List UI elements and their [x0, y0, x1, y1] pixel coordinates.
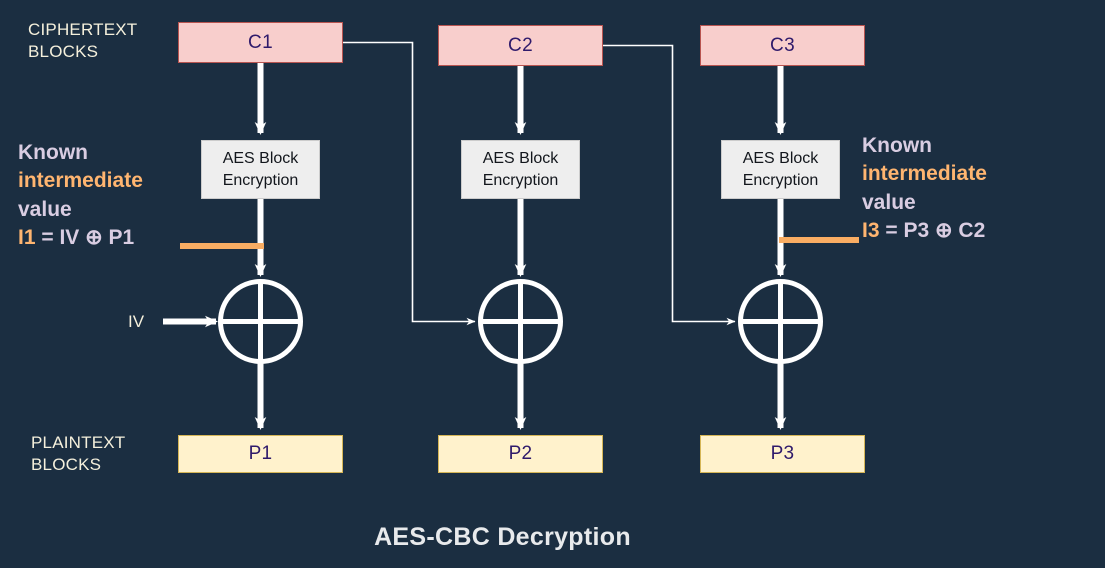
note-left-line3: value	[18, 197, 72, 221]
note-right-formula-rest: = P3 ⊕ C2	[879, 219, 986, 243]
note-left-formula: I1 = IV ⊕ P1	[18, 224, 143, 252]
note-left-formula-rest: = IV ⊕ P1	[35, 226, 135, 250]
xor-gate-1	[218, 279, 303, 364]
aes-block-2-line2: Encryption	[482, 171, 559, 189]
note-left-line1: Known	[18, 141, 88, 164]
note-known-intermediate-right: Known intermediate value I3 = P3 ⊕ C2	[862, 132, 987, 245]
plaintext-block-p3[interactable]: P3	[700, 435, 865, 473]
iv-label: IV	[128, 312, 145, 331]
note-right-formula-var: I3	[862, 219, 880, 243]
aes-block-encryption-3[interactable]: AES Block Encryption	[721, 140, 840, 199]
plaintext-block-p2[interactable]: P2	[438, 435, 603, 473]
note-known-intermediate-left: Known intermediate value I1 = IV ⊕ P1	[18, 139, 143, 252]
aes-block-1-line1: AES Block	[222, 149, 299, 167]
plaintext-blocks-label: PLAINTEXT BLOCKS	[31, 432, 125, 477]
note-right-line2: intermediate	[862, 162, 987, 186]
aes-block-encryption-1[interactable]: AES Block Encryption	[201, 140, 320, 199]
ciphertext-block-c2[interactable]: C2	[438, 25, 603, 66]
ciphertext-block-c3[interactable]: C3	[700, 25, 865, 66]
aes-block-3-line1: AES Block	[742, 149, 819, 167]
wiring-layer	[163, 41, 859, 430]
plaintext-blocks-label-line2: BLOCKS	[31, 455, 102, 475]
note-right-line1: Known	[862, 134, 932, 157]
ciphertext-blocks-label-line2: BLOCKS	[28, 42, 99, 62]
wire-c2-feedforward-to-xor3	[603, 44, 736, 326]
note-left-line2: intermediate	[18, 169, 143, 193]
plaintext-block-p1-label: P1	[248, 443, 273, 464]
note-right-line3: value	[862, 190, 916, 214]
plaintext-block-p3-label: P3	[770, 443, 795, 464]
xor-gate-3	[738, 279, 823, 364]
ciphertext-block-c3-label: C3	[770, 34, 795, 56]
plaintext-blocks-label-line1: PLAINTEXT	[31, 433, 126, 452]
aes-block-3-line2: Encryption	[742, 171, 819, 189]
ciphertext-block-c2-label: C2	[508, 34, 533, 56]
ciphertext-block-c1-label: C1	[248, 31, 273, 53]
note-left-formula-var: I1	[18, 226, 36, 250]
plaintext-block-p2-label: P2	[508, 443, 533, 464]
aes-block-1-line2: Encryption	[222, 171, 299, 189]
plaintext-block-p1[interactable]: P1	[178, 435, 343, 473]
ciphertext-blocks-label: CIPHERTEXT BLOCKS	[28, 19, 137, 64]
xor-gate-2	[478, 279, 563, 364]
diagram-title: AES-CBC Decryption	[374, 523, 631, 551]
diagram-canvas: C1 C2 C3 AES Block Encryption AES Block …	[0, 0, 1105, 568]
ciphertext-block-c1[interactable]: C1	[178, 22, 343, 63]
note-right-formula: I3 = P3 ⊕ C2	[862, 217, 987, 245]
aes-block-encryption-2[interactable]: AES Block Encryption	[461, 140, 580, 199]
ciphertext-blocks-label-line1: CIPHERTEXT	[28, 20, 138, 39]
aes-block-2-line1: AES Block	[482, 149, 559, 167]
wire-c1-feedforward-to-xor2	[343, 41, 476, 326]
